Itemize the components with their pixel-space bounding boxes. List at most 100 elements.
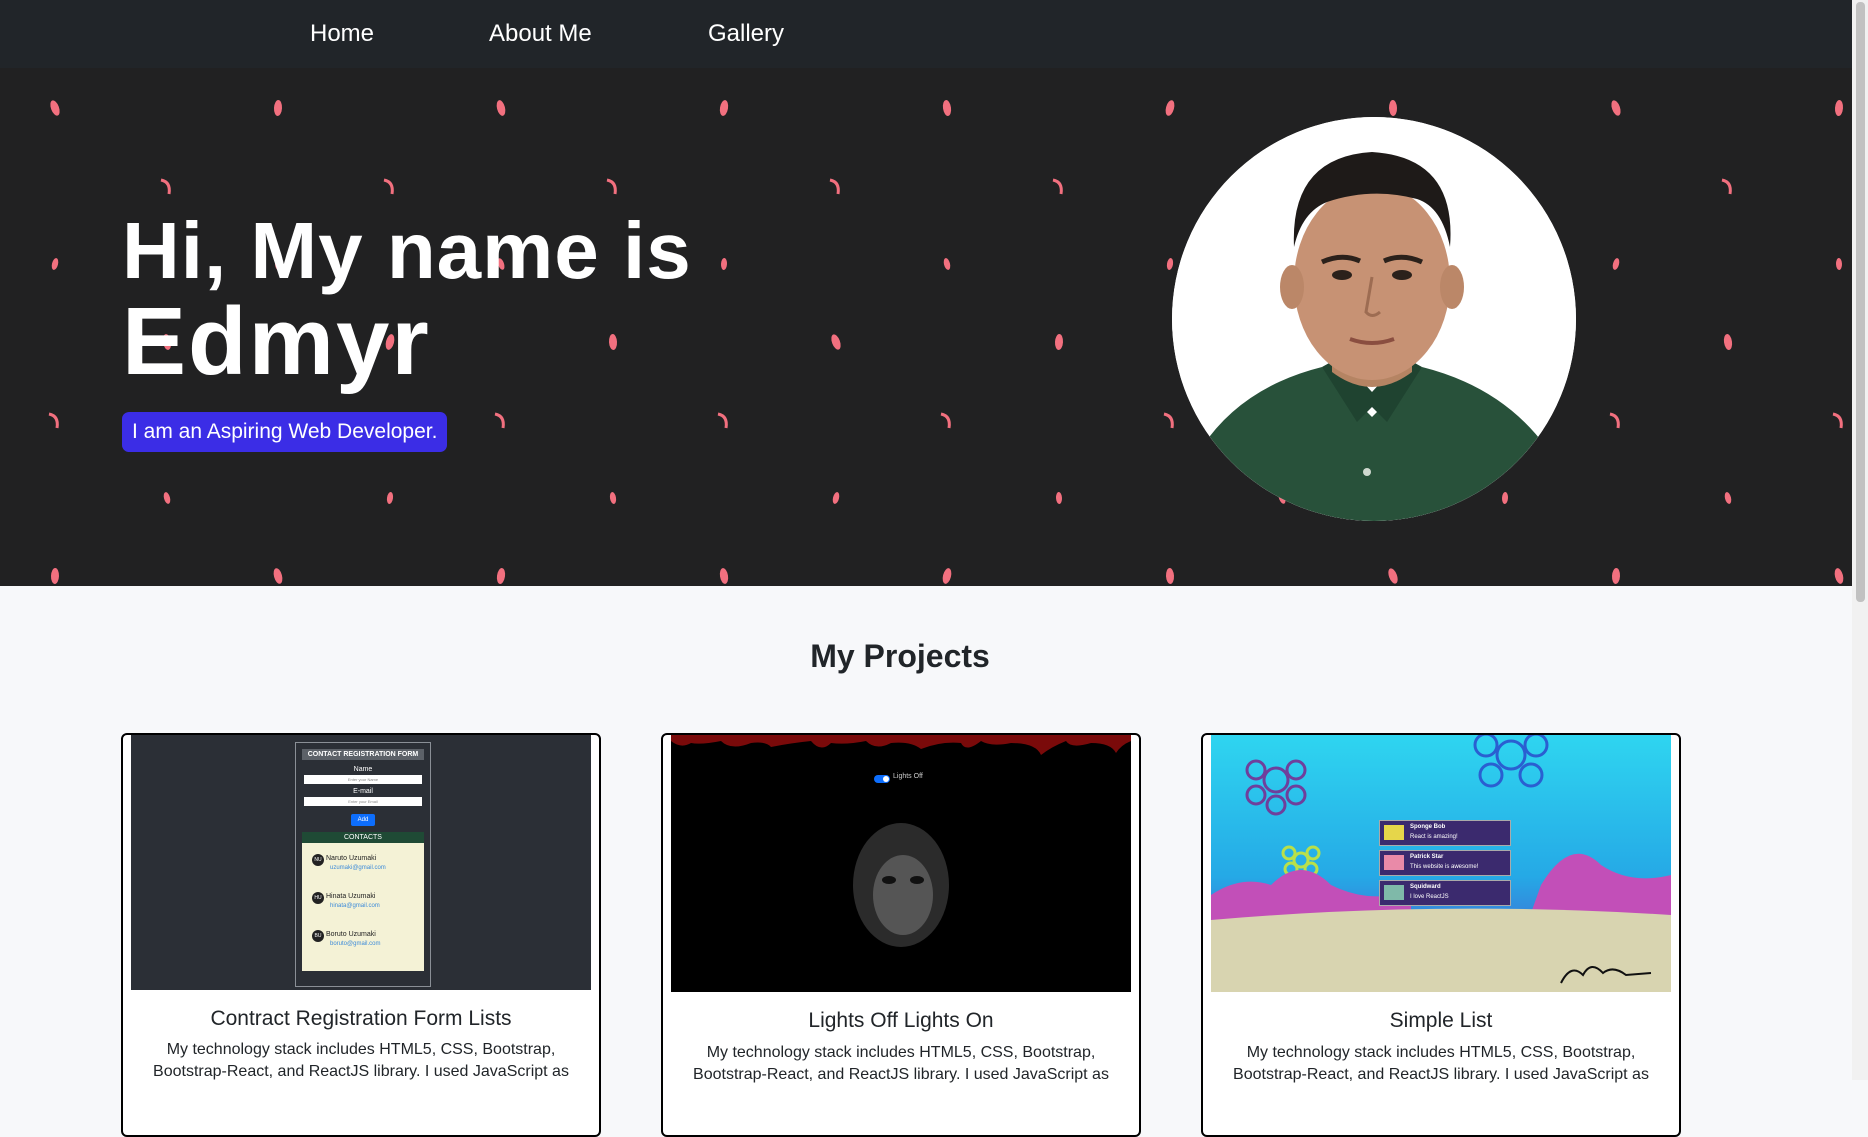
page-scrollbar[interactable] xyxy=(1852,0,1868,1080)
project-title: Lights Off Lights On xyxy=(808,1009,994,1032)
projects-heading: My Projects xyxy=(810,638,990,674)
petal-decoration xyxy=(496,100,506,116)
preview-contact-name: Naruto Uzumaki xyxy=(326,855,377,862)
petal-decoration xyxy=(943,258,951,270)
petal-decoration xyxy=(1165,568,1175,584)
petal-decoration xyxy=(1052,178,1063,195)
project-title: Contract Registration Form Lists xyxy=(210,1007,512,1030)
petal-decoration xyxy=(1163,412,1174,429)
project-screenshot: Sponge Bob React is amazing! Patrick Sta… xyxy=(1211,735,1671,992)
preview-form-title: CONTACT REGISTRATION FORM xyxy=(302,749,424,760)
project-description: My technology stack includes HTML5, CSS,… xyxy=(153,1041,569,1080)
preview-list-item: Squidward I love ReactJS xyxy=(1379,880,1511,906)
preview-email-label: E-mail xyxy=(353,788,373,795)
preview-contact-email: hinata@gmail.com xyxy=(330,903,380,909)
petal-decoration xyxy=(51,258,59,270)
petal-decoration xyxy=(1611,100,1621,116)
nav-about-link[interactable]: About Me xyxy=(489,18,592,50)
hero-name: Edmyr xyxy=(122,288,431,395)
hero-tagline-badge: I am an Aspiring Web Developer. xyxy=(122,412,448,452)
hero-section: Hi, My name is Edmyr I am an Aspiring We… xyxy=(0,68,1852,586)
petal-decoration xyxy=(50,568,60,584)
preview-email-input: Enter your Email xyxy=(304,797,422,806)
preview-item-name: Patrick Star xyxy=(1410,854,1444,860)
petal-decoration xyxy=(719,568,729,584)
preview-item-message: I love ReactJS xyxy=(1410,894,1449,900)
preview-contact-email: uzumaki@gmail.com xyxy=(330,865,386,871)
project-screenshot: CONTACT REGISTRATION FORM Name Enter you… xyxy=(131,735,591,990)
preview-contact-email: boruto@gmail.com xyxy=(330,941,381,947)
preview-contact-name: Hinata Uzumaki xyxy=(326,893,376,900)
preview-name-input: Enter your Name xyxy=(304,775,422,784)
preview-contacts-header: CONTACTS xyxy=(302,832,424,843)
project-card[interactable]: CONTACT REGISTRATION FORM Name Enter you… xyxy=(121,733,601,1137)
petal-decoration xyxy=(1388,100,1398,116)
petal-decoration xyxy=(940,412,951,429)
petal-decoration xyxy=(48,412,59,429)
preview-list-item: Sponge Bob React is amazing! xyxy=(1379,820,1511,846)
petal-decoration xyxy=(273,568,283,584)
petal-decoration xyxy=(1609,412,1620,429)
petal-decoration xyxy=(1835,258,1843,270)
preview-toggle-label: Lights Off xyxy=(893,773,923,780)
top-navbar: Home About Me Gallery xyxy=(0,0,1852,68)
preview-item-avatar xyxy=(1384,825,1404,840)
scrollbar-thumb[interactable] xyxy=(1856,2,1865,602)
petal-decoration xyxy=(1724,492,1732,504)
petal-decoration xyxy=(719,100,729,116)
petal-decoration xyxy=(606,178,617,195)
project-description: My technology stack includes HTML5, CSS,… xyxy=(1233,1044,1649,1083)
petal-decoration xyxy=(1834,100,1844,116)
petal-decoration xyxy=(1612,258,1620,270)
profile-photo xyxy=(1172,117,1576,521)
petal-decoration xyxy=(50,100,60,116)
preview-contact-avatar: BU xyxy=(312,930,324,942)
petal-decoration xyxy=(942,568,952,584)
petal-decoration xyxy=(1501,492,1509,504)
project-description: My technology stack includes HTML5, CSS,… xyxy=(693,1044,1109,1083)
petal-decoration xyxy=(1166,258,1174,270)
preview-contact-name: Boruto Uzumaki xyxy=(326,931,376,938)
petal-decoration xyxy=(1832,412,1843,429)
petal-decoration xyxy=(160,178,171,195)
petal-decoration xyxy=(942,100,952,116)
petal-decoration xyxy=(1611,568,1621,584)
preview-item-name: Sponge Bob xyxy=(1410,824,1446,830)
nav-gallery-link[interactable]: Gallery xyxy=(708,18,784,50)
petal-decoration xyxy=(609,492,617,504)
petal-decoration xyxy=(163,492,171,504)
petal-decoration xyxy=(496,568,506,584)
project-title: Simple List xyxy=(1389,1009,1493,1032)
preview-item-avatar xyxy=(1384,885,1404,900)
preview-add-button: Add xyxy=(351,814,375,826)
preview-contacts-list: Naruto Uzumaki uzumaki@gmail.com Hinata … xyxy=(302,843,424,971)
petal-decoration xyxy=(720,258,728,270)
preview-list-item: Patrick Star This website is awesome! xyxy=(1379,850,1511,876)
petal-decoration xyxy=(831,334,841,350)
hero-greeting: Hi, My name is xyxy=(122,206,692,295)
petal-decoration xyxy=(383,178,394,195)
petal-decoration xyxy=(1721,178,1732,195)
preview-item-message: This website is awesome! xyxy=(1410,864,1479,870)
preview-item-message: React is amazing! xyxy=(1410,834,1458,840)
project-screenshot: Lights Off xyxy=(671,735,1131,992)
petal-decoration xyxy=(1834,568,1844,584)
hero-text: Hi, My name is Edmyr I am an Aspiring We… xyxy=(122,206,692,452)
preview-name-label: Name xyxy=(353,766,373,773)
project-card[interactable]: Lights Off Lights Off Lights On My techn… xyxy=(661,733,1141,1137)
preview-contact-avatar: NU xyxy=(312,854,324,866)
project-card[interactable]: Sponge Bob React is amazing! Patrick Sta… xyxy=(1201,733,1681,1137)
petal-decoration xyxy=(1388,568,1398,584)
contact-form-preview: CONTACT REGISTRATION FORM Name Enter you… xyxy=(295,742,431,987)
petal-decoration xyxy=(1165,100,1175,116)
nav-home-link[interactable]: Home xyxy=(310,18,374,50)
preview-item-avatar xyxy=(1384,855,1404,870)
petal-decoration xyxy=(1723,334,1733,350)
preview-item-name: Squidward xyxy=(1410,884,1441,890)
preview-contact-avatar: HU xyxy=(312,892,324,904)
petal-decoration xyxy=(829,178,840,195)
petal-decoration xyxy=(1054,334,1064,350)
petal-decoration xyxy=(717,412,728,429)
petal-decoration xyxy=(273,100,283,116)
petal-decoration xyxy=(832,492,840,504)
